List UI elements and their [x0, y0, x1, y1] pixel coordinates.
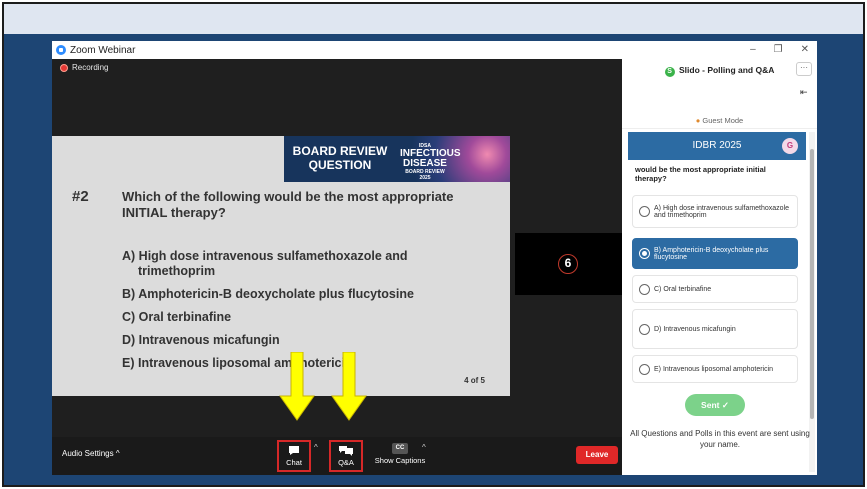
participant-count-badge: 6	[558, 254, 578, 274]
slide-header: BOARD REVIEW QUESTION IDSA INFECTIOUS DI…	[284, 136, 510, 182]
footer-note: All Questions and Polls in this event ar…	[630, 429, 810, 449]
slide-header-title-line2: QUESTION	[308, 158, 372, 172]
audio-settings-button[interactable]: Audio Settings ^	[62, 449, 120, 458]
leave-button[interactable]: Leave	[576, 446, 618, 464]
slido-header: S Slido - Polling and Q&A	[622, 65, 817, 77]
meeting-toolbar: Audio Settings ^ Chat ^ Q&A CC Show Capt…	[52, 437, 622, 475]
audio-settings-label: Audio Settings	[62, 449, 114, 458]
chat-button[interactable]: Chat	[277, 440, 311, 472]
idbr-logo-text: IDSA INFECTIOUS DISEASE BOARD REVIEW 202…	[400, 143, 461, 181]
chevron-up-icon: ^	[115, 449, 120, 458]
close-icon[interactable]: ✕	[801, 44, 809, 55]
slide-question-text: Which of the following would be the most…	[122, 189, 454, 220]
slide-header-title-line1: BOARD REVIEW	[292, 144, 388, 158]
guest-user-icon: ●	[695, 116, 701, 125]
scrollbar-thumb[interactable]	[810, 149, 814, 419]
guest-mode-indicator: ● Guest Mode	[622, 116, 817, 129]
zoom-webinar-window: Zoom Webinar Recording BOARD REVIEW QUES…	[52, 41, 817, 475]
slide-option-b: B) Amphotericin-B deoxycholate plus fluc…	[122, 287, 414, 301]
chat-label: Chat	[286, 458, 302, 467]
minimize-icon[interactable]: –	[750, 44, 756, 55]
radio-button-selected-icon	[639, 248, 650, 259]
zoom-logo-icon	[56, 45, 66, 55]
slide-page-indicator: 4 of 5	[464, 376, 485, 385]
poll-option-a-label: A) High dose intravenous sulfamethoxazol…	[654, 204, 790, 219]
question-number: #2	[72, 188, 89, 205]
slido-panel: – ❐ ✕ S Slido - Polling and Q&A ··· ⇤ ● …	[622, 41, 817, 475]
show-captions-label: Show Captions	[374, 456, 426, 465]
qa-button[interactable]: Q&A	[329, 440, 363, 472]
guest-mode-label: Guest Mode	[702, 116, 744, 125]
slide-option-a-line1: A) High dose intravenous sulfamethoxazol…	[122, 249, 408, 263]
restore-icon[interactable]: ❐	[774, 44, 783, 55]
radio-button-icon	[639, 323, 650, 335]
yellow-arrow-qa	[331, 352, 367, 421]
slido-logo-icon: S	[664, 67, 675, 77]
radio-button-icon	[639, 363, 650, 375]
chat-bubble-icon	[289, 446, 299, 455]
event-name: IDBR 2025	[692, 140, 742, 151]
event-header: IDBR 2025 G	[628, 132, 806, 160]
slido-header-title: Slido - Polling and Q&A	[678, 65, 775, 75]
logo-line2b: DISEASE	[403, 158, 447, 169]
recording-indicator[interactable]: Recording	[60, 63, 108, 72]
show-captions-button[interactable]: CC Show Captions	[370, 440, 430, 472]
radio-button-icon	[639, 283, 650, 295]
more-options-button[interactable]: ···	[796, 62, 812, 76]
poll-option-a[interactable]: A) High dose intravenous sulfamethoxazol…	[632, 195, 798, 228]
slide-option-a: A) High dose intravenous sulfamethoxazol…	[122, 249, 492, 279]
zoom-titlebar: Zoom Webinar	[52, 41, 622, 59]
poll-option-d[interactable]: D) Intravenous micafungin	[632, 309, 798, 349]
recording-label: Recording	[72, 63, 109, 72]
logo-year: 2025	[419, 175, 431, 181]
slide-option-a-line2: trimethoprim	[138, 264, 216, 278]
recording-icon	[60, 63, 68, 72]
participant-video-tile[interactable]: 6	[515, 233, 622, 295]
poll-option-e[interactable]: E) Intravenous liposomal amphotericin	[632, 355, 798, 383]
captions-options-chevron-icon[interactable]: ^	[422, 443, 426, 452]
chat-options-chevron-icon[interactable]: ^	[314, 443, 318, 452]
window-title: Zoom Webinar	[70, 44, 136, 56]
poll-option-e-label: E) Intravenous liposomal amphotericin	[654, 365, 774, 373]
slide-option-d: D) Intravenous micafungin	[122, 333, 280, 347]
radio-button-icon	[639, 206, 650, 217]
sent-button[interactable]: Sent ✓	[685, 394, 745, 416]
avatar[interactable]: G	[782, 138, 798, 154]
poll-option-c-label: C) Oral terbinafine	[654, 285, 712, 293]
qa-label: Q&A	[338, 458, 354, 467]
idbr-logo-image: IDSA INFECTIOUS DISEASE BOARD REVIEW 202…	[396, 136, 510, 182]
poll-option-d-label: D) Intravenous micafungin	[654, 325, 736, 333]
closed-captions-icon: CC	[392, 443, 408, 454]
poll-option-b[interactable]: B) Amphotericin-B deoxycholate plus fluc…	[632, 238, 798, 269]
collapse-panel-icon[interactable]: ⇤	[800, 87, 808, 98]
poll-option-b-label: B) Amphotericin-B deoxycholate plus fluc…	[654, 246, 769, 261]
window-controls: – ❐ ✕	[750, 44, 809, 55]
qa-bubbles-icon	[339, 446, 353, 456]
slide-header-title: BOARD REVIEW QUESTION	[284, 144, 396, 172]
poll-question-text: would be the most appropriate initial th…	[635, 165, 766, 183]
yellow-arrow-chat	[279, 352, 315, 421]
poll-option-c[interactable]: C) Oral terbinafine	[632, 275, 798, 303]
slide-option-c: C) Oral terbinafine	[122, 310, 232, 324]
